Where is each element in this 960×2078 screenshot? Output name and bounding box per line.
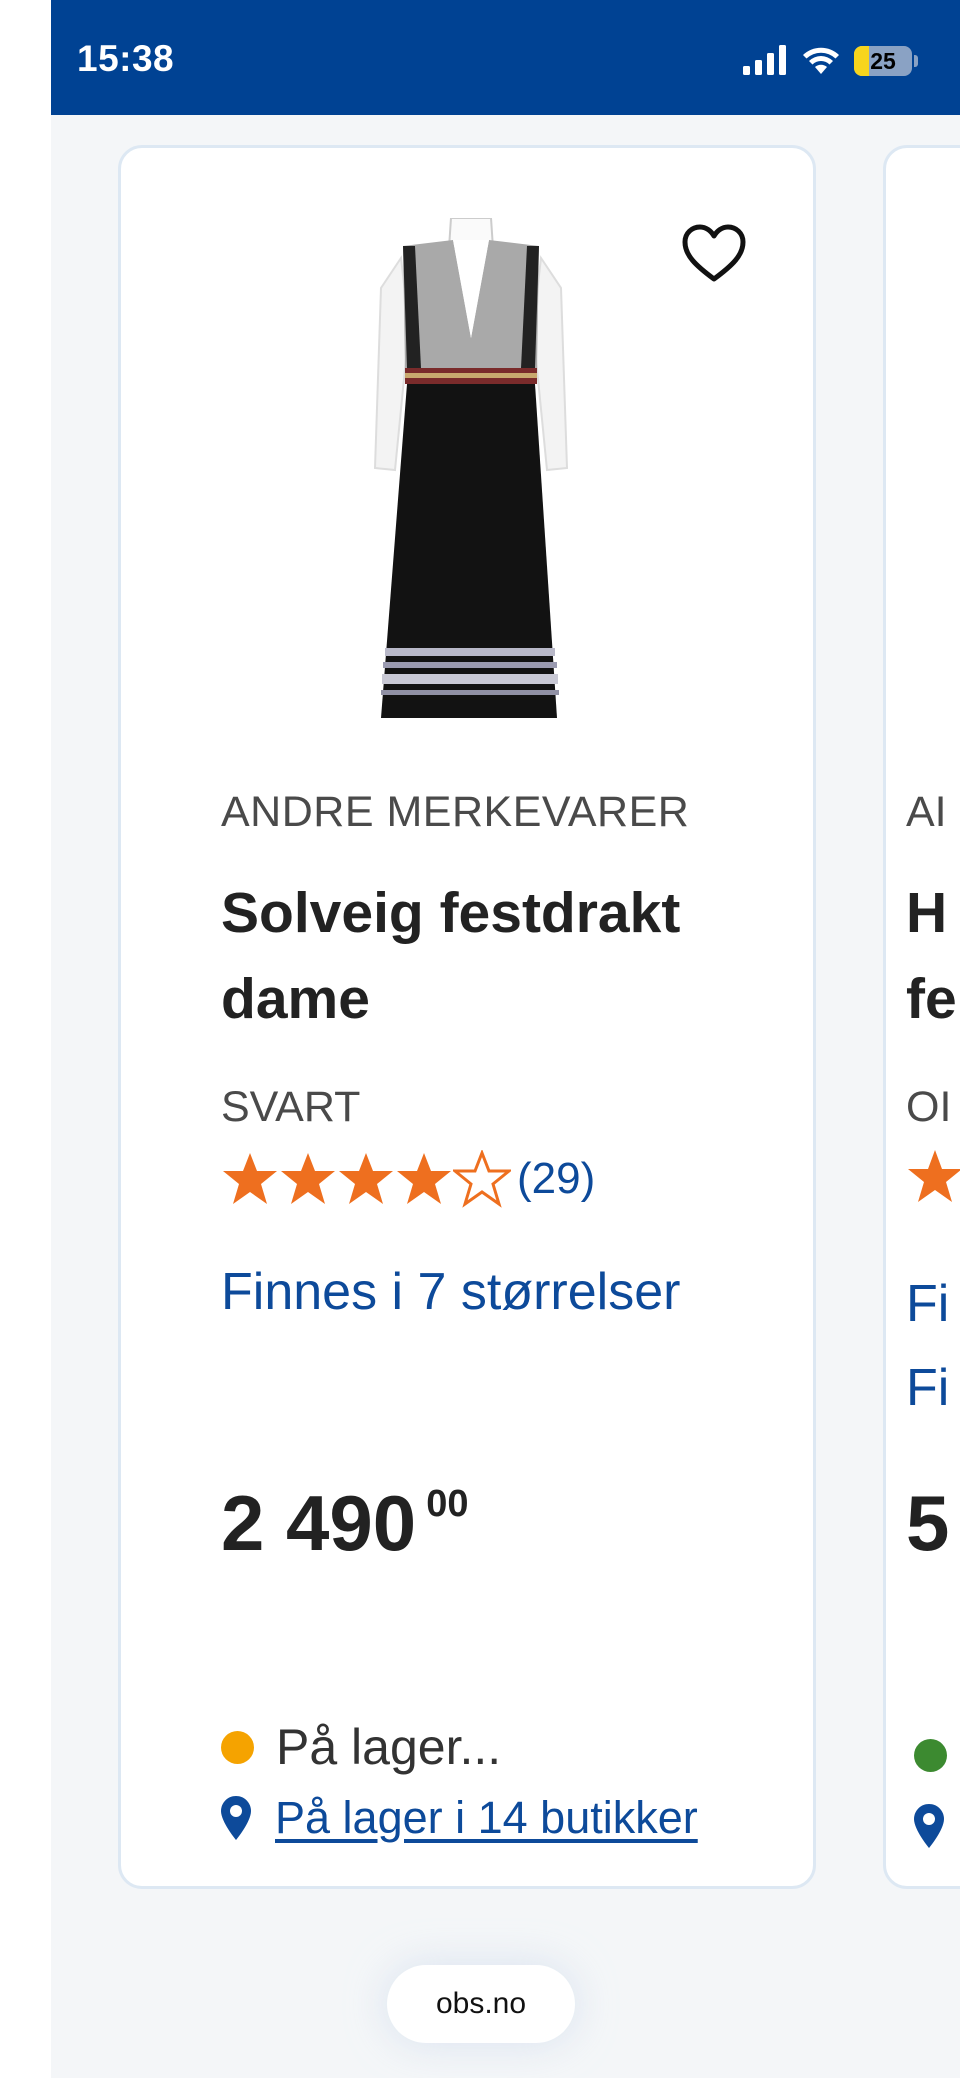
stock-status-text: På lager... bbox=[276, 1719, 502, 1775]
next-sizes-line1: Fi bbox=[906, 1275, 950, 1333]
location-pin-icon bbox=[914, 1804, 944, 1848]
rating-stars bbox=[221, 1150, 511, 1208]
rating-count: (29) bbox=[517, 1154, 596, 1203]
battery-level: 25 bbox=[870, 48, 896, 74]
stock-indicator-dot bbox=[221, 1730, 254, 1764]
next-product-card[interactable]: AI H fe OI Fi Fi 5 bbox=[883, 145, 960, 1889]
battery-cap bbox=[914, 55, 918, 67]
stock-status: På lager... bbox=[221, 1718, 501, 1776]
star-filled-icon bbox=[223, 1153, 277, 1204]
product-card[interactable]: ANDRE MERKEVARER Solveig festdrakt dame … bbox=[118, 145, 816, 1889]
star-outline-icon bbox=[453, 1150, 511, 1208]
next-stock-indicator-dot bbox=[914, 1739, 947, 1772]
product-price: 2 490 00 bbox=[221, 1478, 468, 1569]
product-image[interactable] bbox=[361, 218, 581, 738]
app-screen: 15:38 25 ANDRE MERKEVARER Solveig festdr… bbox=[51, 0, 960, 2078]
next-title-line1: H bbox=[906, 881, 948, 945]
next-sizes-line2: Fi bbox=[906, 1359, 950, 1417]
product-title-line2: dame bbox=[221, 967, 370, 1031]
sizes-link[interactable]: Finnes i 7 størrelser bbox=[221, 1262, 680, 1322]
product-title-line1: Solveig festdrakt bbox=[221, 881, 681, 945]
battery-icon: 25 bbox=[854, 46, 912, 76]
wifi-icon bbox=[803, 47, 839, 74]
next-title-line2: fe bbox=[906, 967, 957, 1031]
status-time: 15:38 bbox=[77, 38, 175, 79]
next-product-brand: AI bbox=[906, 788, 947, 836]
next-product-price: 5 bbox=[906, 1479, 950, 1567]
star-filled-icon bbox=[339, 1153, 393, 1204]
product-brand: ANDRE MERKEVARER bbox=[221, 788, 690, 836]
product-color: SVART bbox=[221, 1083, 361, 1131]
stores-link[interactable]: På lager i 14 butikker bbox=[275, 1792, 698, 1844]
price-main: 2 490 bbox=[221, 1479, 417, 1567]
next-product-title: H fe bbox=[906, 870, 957, 1042]
cellular-signal-icon bbox=[743, 45, 786, 75]
star-filled-icon bbox=[908, 1150, 960, 1202]
star-filled-icon bbox=[281, 1153, 335, 1204]
next-product-sizes[interactable]: Fi Fi bbox=[906, 1262, 949, 1430]
product-rating[interactable]: (29) bbox=[221, 1144, 595, 1214]
status-bar: 15:38 25 bbox=[51, 0, 960, 115]
product-title[interactable]: Solveig festdrakt dame bbox=[221, 870, 781, 1042]
location-pin-icon bbox=[221, 1796, 251, 1840]
heart-outline-icon[interactable] bbox=[681, 223, 747, 283]
price-decimals: 00 bbox=[426, 1483, 469, 1525]
browser-url-bar[interactable]: obs.no bbox=[387, 1965, 575, 2043]
stores-availability[interactable]: På lager i 14 butikker bbox=[221, 1792, 698, 1844]
next-product-color: OI bbox=[906, 1083, 952, 1131]
star-filled-icon bbox=[397, 1153, 451, 1204]
